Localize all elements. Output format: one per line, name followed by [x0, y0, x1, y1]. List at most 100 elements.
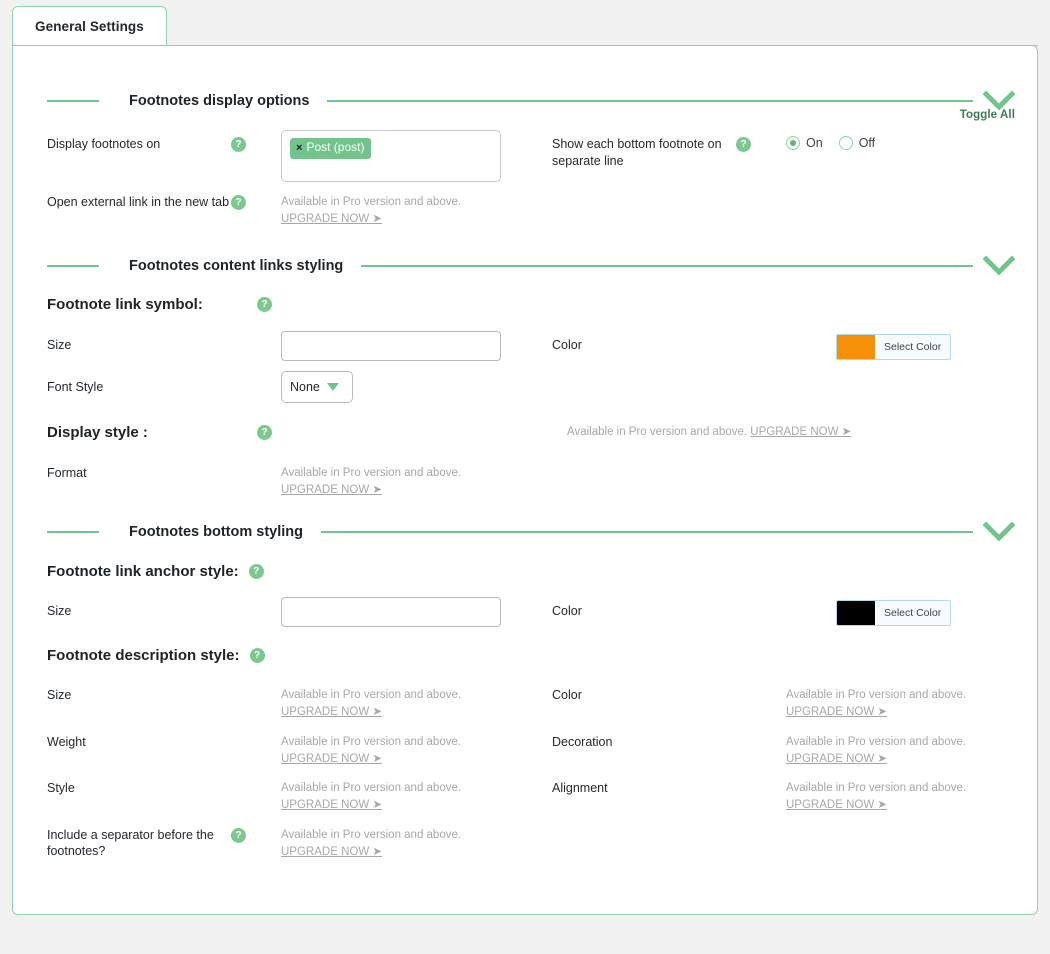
- chip-label: Post (post): [306, 141, 364, 154]
- anchor-color-picker[interactable]: Select Color: [836, 600, 951, 626]
- field-spacer: [536, 182, 1041, 224]
- help-icon[interactable]: ?: [250, 648, 265, 663]
- subheading-footnote-link-anchor-style-label: Footnote link anchor style:: [47, 563, 239, 580]
- section-title: Footnotes content links styling: [99, 258, 361, 274]
- row-include-separator: Include a separator before the footnotes…: [31, 815, 1019, 862]
- selected-chip-post[interactable]: × Post (post): [290, 138, 371, 158]
- field-font-style: Font Style None: [31, 367, 536, 409]
- field-spacer: [536, 815, 1041, 857]
- field-open-external-link: Open external link in the new tab ? Avai…: [31, 182, 536, 229]
- pro-notice: Available in Pro version and above. UPGR…: [281, 728, 536, 769]
- color-swatch[interactable]: [837, 335, 875, 359]
- radio-on-icon[interactable]: [786, 136, 800, 150]
- pro-notice-text: Available in Pro version and above.: [786, 736, 966, 748]
- row-display-footnotes-on: Display footnotes on ? × Post (post) Sho…: [31, 124, 1019, 182]
- section-title: Footnotes display options: [99, 93, 327, 109]
- row-desc-size-color: Size Available in Pro version and above.…: [31, 675, 1019, 722]
- label-anchor-color: Color: [536, 591, 736, 620]
- label-symbol-color: Color: [536, 325, 736, 354]
- upgrade-now-link[interactable]: UPGRADE NOW ➤: [281, 753, 382, 765]
- label-display-footnotes-on: Display footnotes on: [31, 124, 231, 153]
- settings-panel: Toggle All Footnotes display options Dis…: [12, 45, 1038, 915]
- post-type-multiselect[interactable]: × Post (post): [281, 130, 501, 182]
- pro-notice: Available in Pro version and above. UPGR…: [281, 459, 536, 500]
- label-anchor-size: Size: [31, 591, 231, 620]
- pro-notice-text: Available in Pro version and above.: [567, 426, 747, 438]
- section-header-footnotes-content-links-styling: Footnotes content links styling: [31, 251, 1019, 281]
- upgrade-now-link[interactable]: UPGRADE NOW ➤: [281, 799, 382, 811]
- upgrade-now-link[interactable]: UPGRADE NOW ➤: [281, 846, 382, 858]
- select-color-button[interactable]: Select Color: [875, 601, 950, 625]
- label-style: Style: [31, 768, 231, 797]
- radio-off-label: Off: [859, 136, 875, 150]
- color-swatch[interactable]: [837, 601, 875, 625]
- help-icon[interactable]: ?: [249, 564, 264, 579]
- help-icon[interactable]: ?: [257, 297, 272, 312]
- subheading-display-style-label: Display style :: [47, 424, 247, 441]
- help-col: ?: [247, 297, 297, 312]
- control-display-footnotes-on: × Post (post): [281, 124, 536, 182]
- label-font-style: Font Style: [31, 367, 231, 396]
- symbol-color-picker[interactable]: Select Color: [836, 334, 951, 360]
- upgrade-now-link[interactable]: UPGRADE NOW ➤: [281, 706, 382, 718]
- control-symbol-size: [281, 325, 536, 361]
- font-style-select[interactable]: None: [281, 371, 353, 403]
- field-spacer: [536, 367, 1041, 409]
- help-col: ?: [231, 124, 281, 152]
- field-show-each-bottom-footnote: Show each bottom footnote on separate li…: [536, 124, 1041, 170]
- help-icon[interactable]: ?: [231, 195, 246, 210]
- tab-general-settings[interactable]: General Settings: [12, 6, 167, 46]
- help-col: [736, 768, 786, 781]
- section-dash: [47, 531, 99, 533]
- pro-notice-display-style: Available in Pro version and above. UPGR…: [297, 424, 851, 441]
- close-icon[interactable]: ×: [296, 142, 302, 154]
- help-col: [231, 722, 281, 735]
- symbol-size-input[interactable]: [281, 331, 501, 361]
- radio-off-icon[interactable]: [839, 136, 853, 150]
- field-decoration: Decoration Available in Pro version and …: [536, 722, 1041, 769]
- control-open-external-link: Available in Pro version and above. UPGR…: [281, 182, 536, 229]
- help-col: ?: [231, 815, 281, 843]
- help-col: [231, 768, 281, 781]
- section-rule: [327, 100, 973, 102]
- subheading-footnote-description-style-label: Footnote description style:: [47, 647, 240, 664]
- upgrade-now-link[interactable]: UPGRADE NOW ➤: [786, 799, 887, 811]
- control-include-separator: Available in Pro version and above. UPGR…: [281, 815, 536, 862]
- field-desc-size: Size Available in Pro version and above.…: [31, 675, 536, 722]
- help-icon[interactable]: ?: [231, 137, 246, 152]
- field-anchor-size: Size: [31, 591, 536, 633]
- upgrade-now-link[interactable]: UPGRADE NOW ➤: [786, 706, 887, 718]
- help-icon[interactable]: ?: [257, 425, 272, 440]
- field-alignment: Alignment Available in Pro version and a…: [536, 768, 1041, 815]
- select-color-button[interactable]: Select Color: [875, 335, 950, 359]
- help-col: [231, 367, 281, 380]
- pro-notice-text: Available in Pro version and above.: [281, 196, 461, 208]
- help-icon[interactable]: ?: [736, 137, 751, 152]
- upgrade-now-link[interactable]: UPGRADE NOW ➤: [750, 426, 851, 438]
- subheading-footnote-link-symbol-label: Footnote link symbol:: [47, 296, 247, 313]
- upgrade-now-link[interactable]: UPGRADE NOW ➤: [281, 213, 382, 225]
- radio-option-on[interactable]: On: [786, 136, 831, 150]
- radio-option-off[interactable]: Off: [839, 136, 883, 150]
- section-dash: [47, 100, 99, 102]
- pro-notice-text: Available in Pro version and above.: [786, 782, 966, 794]
- label-weight: Weight: [31, 722, 231, 751]
- section-header-footnotes-bottom-styling: Footnotes bottom styling: [31, 517, 1019, 547]
- upgrade-now-link[interactable]: UPGRADE NOW ➤: [281, 484, 382, 496]
- chevron-down-icon[interactable]: [979, 521, 1019, 543]
- control-anchor-color: Select Color: [786, 591, 1041, 630]
- row-symbol-size-color: Size Color Select Color: [31, 325, 1019, 367]
- help-icon[interactable]: ?: [231, 828, 246, 843]
- toggle-all-button[interactable]: Toggle All: [960, 109, 1015, 121]
- chevron-down-icon[interactable]: [979, 255, 1019, 277]
- label-symbol-size: Size: [31, 325, 231, 354]
- chevron-down-icon[interactable]: [327, 383, 339, 391]
- upgrade-now-link[interactable]: UPGRADE NOW ➤: [786, 753, 887, 765]
- section-header-footnotes-display-options: Footnotes display options: [31, 86, 1019, 116]
- control-desc-size: Available in Pro version and above. UPGR…: [281, 675, 536, 722]
- pro-notice-text: Available in Pro version and above.: [281, 467, 461, 479]
- control-desc-color: Available in Pro version and above. UPGR…: [786, 675, 1041, 722]
- help-col: ?: [231, 182, 281, 210]
- pro-notice: Available in Pro version and above. UPGR…: [281, 188, 536, 229]
- anchor-size-input[interactable]: [281, 597, 501, 627]
